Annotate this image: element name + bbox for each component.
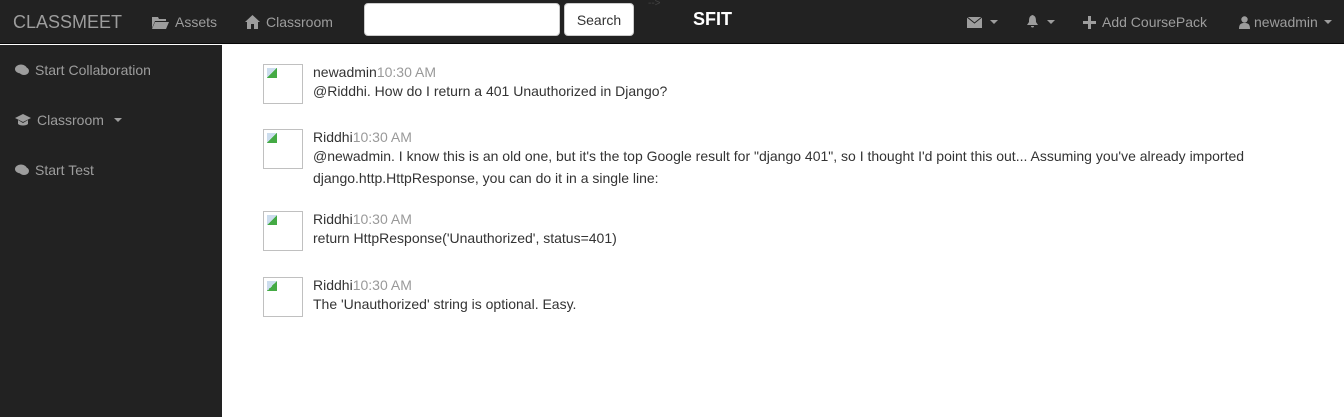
message-text: The 'Unauthorized' string is optional. E… [313, 296, 577, 312]
messages-dropdown[interactable] [967, 0, 998, 44]
stray-comment-text: --> [648, 0, 661, 9]
chat-message: Riddhi10:30 AM return HttpResponse('Unau… [263, 211, 1253, 251]
message-time: 10:30 AM [352, 129, 412, 145]
caret-down-icon [1323, 20, 1332, 24]
avatar [263, 211, 303, 251]
avatar [263, 129, 303, 169]
comments-icon [15, 64, 29, 75]
center-title: SFIT [693, 9, 732, 29]
envelope-icon [967, 16, 982, 28]
sidebar-item-start-collaboration[interactable]: Start Collaboration [15, 62, 151, 78]
message-author: Riddhi [313, 211, 353, 227]
message-time: 10:30 AM [352, 277, 412, 293]
message-text: @Riddhi. How do I return a 401 Unauthori… [313, 83, 668, 99]
brand-link[interactable]: CLASSMEET [13, 0, 122, 44]
sidebar-item-label: Classroom [37, 112, 104, 128]
message-author: newadmin [313, 64, 377, 80]
message-author: Riddhi [313, 277, 353, 293]
sidebar-item-label: Start Test [35, 162, 94, 178]
message-time: 10:30 AM [352, 211, 412, 227]
nav-assets-label: Assets [175, 14, 218, 30]
add-coursepack-button[interactable]: Add CoursePack [1083, 0, 1207, 44]
search-button[interactable]: Search [564, 3, 634, 36]
add-coursepack-label: Add CoursePack [1102, 14, 1208, 30]
bell-icon [1027, 15, 1038, 28]
caret-down-icon [113, 118, 122, 122]
top-navbar: CLASSMEET Assets Classroom Search --> SF… [0, 0, 1344, 44]
chat-message: Riddhi10:30 AM The 'Unauthorized' string… [263, 277, 1253, 317]
sidebar-item-start-test[interactable]: Start Test [15, 162, 94, 178]
user-icon [1239, 15, 1250, 29]
user-name: newadmin [1254, 14, 1318, 30]
sidebar: Start Collaboration Classroom Start Test [0, 45, 222, 417]
search-input[interactable] [364, 3, 560, 36]
nav-assets[interactable]: Assets [152, 0, 217, 44]
caret-down-icon [1047, 20, 1055, 24]
message-author: Riddhi [313, 129, 353, 145]
comments-icon [15, 164, 29, 175]
nav-classroom[interactable]: Classroom [245, 0, 333, 44]
folder-open-icon [152, 16, 169, 29]
graduation-cap-icon [15, 114, 31, 126]
home-icon [245, 15, 260, 29]
message-text: return HttpResponse('Unauthorized', stat… [313, 230, 617, 246]
caret-down-icon [990, 20, 998, 24]
sidebar-item-label: Start Collaboration [35, 62, 151, 78]
nav-classroom-label: Classroom [266, 14, 333, 30]
chat-message: Riddhi10:30 AM @newadmin. I know this is… [263, 129, 1253, 189]
avatar [263, 277, 303, 317]
notifications-dropdown[interactable] [1026, 0, 1055, 44]
chat-message: newadmin10:30 AM @Riddhi. How do I retur… [263, 64, 1253, 104]
message-time: 10:30 AM [376, 64, 436, 80]
user-dropdown[interactable]: newadmin [1239, 0, 1332, 44]
avatar [263, 64, 303, 104]
plus-icon [1083, 15, 1096, 29]
message-text: @newadmin. I know this is an old one, bu… [313, 148, 1245, 186]
sidebar-item-classroom[interactable]: Classroom [15, 112, 122, 128]
